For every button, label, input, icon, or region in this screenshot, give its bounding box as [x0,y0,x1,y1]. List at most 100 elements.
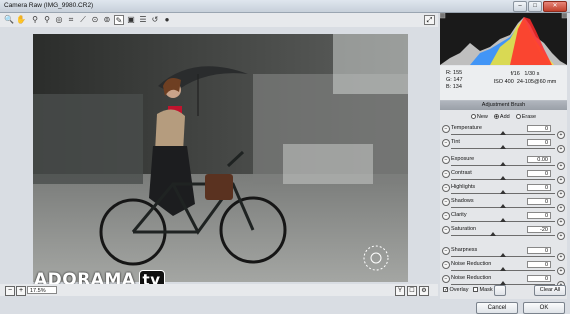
slider-label: Clarity [451,212,467,218]
slider-row: − Temperature 0 + [440,125,567,139]
increase-icon[interactable]: + [557,253,565,261]
hand-icon[interactable]: ✋ [16,15,26,25]
increase-icon[interactable]: + [557,145,565,153]
increase-icon[interactable]: + [557,218,565,226]
spot-removal-icon[interactable]: ⊙ [90,15,100,25]
before-after-icon[interactable]: Y [395,286,405,296]
slider-thumb[interactable] [500,176,506,180]
slider-thumb[interactable] [489,232,496,236]
mode-new-label: New [476,113,488,120]
white-balance-icon[interactable]: ⚲ [30,15,40,25]
fullscreen-icon[interactable]: ⤢ [424,15,435,25]
minimize-button[interactable]: – [513,1,527,12]
slider-label: Highlights [451,184,476,190]
decrease-icon[interactable]: − [442,261,450,269]
decrease-icon[interactable]: − [442,170,450,178]
slider-thumb[interactable] [500,253,506,257]
slider-thumb[interactable] [500,204,506,208]
increase-icon[interactable]: + [557,131,565,139]
overlay-checkbox[interactable]: ✓ Overlay [443,287,468,293]
zoom-icon[interactable]: 🔍 [4,15,14,25]
increase-icon[interactable]: + [557,162,565,170]
slider-value-field[interactable]: 0 [527,198,551,205]
overlay-check-icon[interactable]: ✓ [443,287,448,293]
slider-thumb[interactable] [500,267,506,271]
decrease-icon[interactable]: − [442,139,450,147]
slider-value-field[interactable]: 0 [527,247,551,254]
brush-mode-row: New Add Erase [440,111,567,122]
slider-row: − Sharpness 0 + [440,247,567,261]
window-controls: – □ ✕ [513,1,567,12]
slider-label: Noise Reduction [451,261,492,267]
slider-value-field[interactable]: 0 [527,139,551,146]
close-button[interactable]: ✕ [543,1,567,12]
slider-thumb[interactable] [500,145,506,149]
slider-label: Exposure [451,156,475,162]
mask-check-icon[interactable] [473,287,478,293]
decrease-icon[interactable]: − [442,156,450,164]
decrease-icon[interactable]: − [442,247,450,255]
radio-erase-icon[interactable] [515,113,521,119]
mask-color-swatch[interactable] [494,285,506,296]
increase-icon[interactable]: + [557,232,565,240]
image-preview[interactable] [33,34,408,282]
slider-thumb[interactable] [500,162,506,166]
rotate-ccw-icon[interactable]: ↺ [150,15,160,25]
slider-row: − Tint 0 + [440,139,567,153]
slider-value-field[interactable]: 0 [527,212,551,219]
slider-value-field[interactable]: 0 [527,275,551,282]
color-sampler-icon[interactable]: ⚲ [42,15,52,25]
increase-icon[interactable]: + [557,204,565,212]
straighten-icon[interactable]: ⟋ [78,15,88,25]
mask-checkbox[interactable]: Mask [473,287,493,293]
decrease-icon[interactable]: − [442,226,450,234]
radio-add-icon[interactable] [493,113,499,119]
clear-all-button[interactable]: Clear All [534,285,566,296]
slider-row: − Highlights 0 + [440,184,567,198]
mode-new[interactable]: New [470,113,488,120]
decrease-icon[interactable]: − [442,275,450,283]
settings-icon[interactable]: ⚙ [419,286,429,296]
slider-row: − Shadows 0 + [440,198,567,212]
decrease-icon[interactable]: − [442,212,450,220]
maximize-button[interactable]: □ [528,1,542,12]
zoom-in-button[interactable]: + [16,286,26,296]
preferences-icon[interactable]: ☰ [138,15,148,25]
decrease-icon[interactable]: − [442,198,450,206]
slider-label: Contrast [451,170,472,176]
increase-icon[interactable]: + [557,267,565,275]
slider-thumb[interactable] [500,131,506,135]
slider-value-field[interactable]: -20 [527,226,551,233]
ok-button[interactable]: OK [523,302,565,314]
slider-track[interactable] [451,235,555,236]
slider-row: − Contrast 0 + [440,170,567,184]
zoom-level-select[interactable]: 17.5% [27,286,57,294]
crop-icon[interactable]: ⌗ [66,15,76,25]
increase-icon[interactable]: + [557,176,565,184]
graduated-filter-icon[interactable]: ▣ [126,15,136,25]
slider-value-field[interactable]: 0 [527,184,551,191]
lens: 24-105@60 mm [516,79,557,85]
slider-thumb[interactable] [500,190,506,194]
decrease-icon[interactable]: − [442,125,450,133]
camera-info: f/16 1/30 s ISO 400 24-105@60 mm [486,70,564,86]
zoom-out-button[interactable]: − [5,286,15,296]
slider-value-field[interactable]: 0 [527,125,551,132]
slider-row: −Noise Reduction 0 + [440,261,567,275]
increase-icon[interactable]: + [557,190,565,198]
mode-erase[interactable]: Erase [515,113,536,120]
mode-add[interactable]: Add [493,113,510,120]
red-eye-icon[interactable]: ⊚ [102,15,112,25]
slider-value-field[interactable]: 0 [527,261,551,268]
radio-new-icon[interactable] [470,113,476,119]
slider-thumb[interactable] [500,218,506,222]
cancel-button[interactable]: Cancel [476,302,518,314]
adjustment-brush-icon[interactable]: ✎ [114,15,124,25]
slider-value-field[interactable]: 0 [527,170,551,177]
preview-toggle-icon[interactable]: ☐ [407,286,417,296]
target-adjust-icon[interactable]: ◎ [54,15,64,25]
slider-label: Saturation [451,226,477,232]
decrease-icon[interactable]: − [442,184,450,192]
slider-value-field[interactable]: 0.00 [527,156,551,163]
rotate-cw-icon[interactable]: ● [162,15,172,25]
